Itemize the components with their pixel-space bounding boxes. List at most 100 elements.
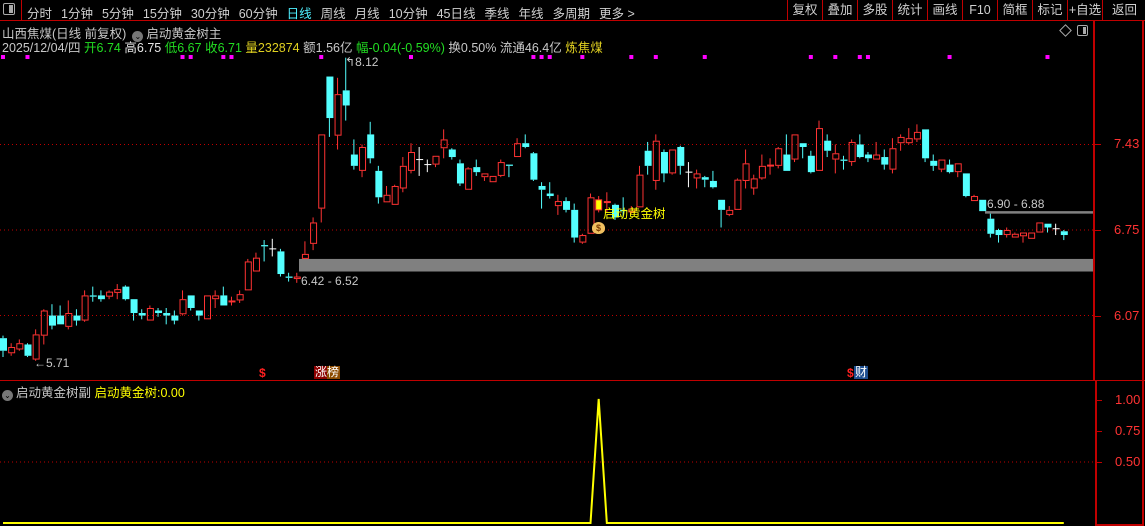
toolbar-button[interactable]: 画线 [927, 0, 962, 20]
candle-body [293, 276, 301, 280]
event-dot [1, 55, 5, 59]
period-tab[interactable]: 季线 [485, 3, 510, 22]
candle [726, 206, 734, 217]
candle-body [987, 218, 995, 234]
candle [922, 129, 930, 163]
period-tab[interactable]: 分时 [27, 3, 52, 22]
candle [897, 134, 905, 151]
candle [424, 159, 432, 173]
candlestick-chart[interactable] [0, 21, 1093, 380]
candle [497, 159, 505, 178]
candle-body [220, 295, 228, 306]
event-dot [580, 55, 585, 59]
period-tab[interactable]: 1分钟 [61, 3, 93, 22]
finance-marker[interactable]: 财 [854, 366, 869, 379]
period-tab[interactable]: 年线 [519, 3, 544, 22]
event-dot [221, 55, 226, 59]
candle [652, 134, 660, 190]
event-dot [319, 55, 324, 59]
dollar-marker[interactable]: $ [259, 367, 266, 380]
period-tab[interactable]: 月线 [355, 3, 380, 22]
toolbar-button[interactable]: +自选 [1067, 0, 1102, 20]
event-dot [1045, 55, 1050, 59]
candle [146, 305, 154, 321]
candle [824, 134, 832, 158]
rank-marker[interactable]: 涨榜 [314, 366, 341, 379]
window-edge [1142, 21, 1144, 526]
candle [179, 290, 187, 316]
candle-body [530, 153, 538, 180]
candle [913, 124, 921, 142]
period-tab[interactable]: 10分钟 [389, 3, 428, 22]
candle [767, 158, 775, 175]
candle-body [114, 289, 122, 293]
period-tab[interactable]: 60分钟 [239, 3, 278, 22]
candle-body [913, 131, 921, 140]
candle [554, 194, 562, 215]
candle [481, 173, 489, 181]
price-axis-border [1093, 21, 1095, 381]
toolbar-button[interactable]: 复权 [787, 0, 822, 20]
high-flag-value: 8.12 [355, 55, 379, 69]
candle [269, 238, 277, 257]
low-flag: ←5.71 [34, 356, 70, 370]
candle-body [1060, 231, 1068, 236]
candle [595, 196, 603, 213]
candle-body [979, 199, 987, 212]
candle-body [252, 257, 260, 272]
event-dot [833, 55, 838, 59]
candle [832, 144, 840, 174]
candle-body [775, 148, 783, 166]
candle-body [726, 209, 734, 215]
candle-body [742, 163, 750, 181]
period-tab[interactable]: 30分钟 [191, 3, 230, 22]
indicator-tick-mark [1097, 400, 1102, 401]
toolbar-button[interactable]: 多股 [857, 0, 892, 20]
candle [791, 134, 799, 163]
candle [514, 138, 522, 158]
toolbar-button[interactable]: 标记 [1032, 0, 1067, 20]
indicator-chart[interactable] [0, 381, 1093, 526]
candle [138, 309, 146, 320]
candle-body [824, 140, 832, 151]
candle-body [554, 201, 562, 207]
candle-body [848, 141, 856, 163]
event-dot [947, 55, 952, 59]
toolbar-button[interactable]: 返回 [1102, 0, 1145, 20]
candle [856, 134, 864, 159]
candle [293, 272, 301, 283]
candle-body [816, 128, 823, 171]
candle-body [8, 346, 16, 354]
candle [416, 146, 424, 176]
candle [204, 295, 211, 320]
candle [1020, 232, 1027, 243]
period-tab[interactable]: 5分钟 [102, 3, 134, 22]
period-tab[interactable]: 15分钟 [143, 3, 182, 22]
candle [538, 182, 546, 209]
toolbar-button[interactable]: 叠加 [822, 0, 857, 20]
period-tab[interactable]: 45日线 [437, 3, 476, 22]
candle [81, 290, 89, 322]
period-tab[interactable]: 周线 [321, 3, 346, 22]
candle [954, 163, 962, 178]
period-tab[interactable]: 日线 [287, 3, 312, 22]
candle-body [897, 136, 905, 144]
dollar-marker[interactable]: $ [847, 367, 854, 380]
period-tab[interactable]: 多周期 [553, 3, 591, 22]
money-bag-icon[interactable]: $ [592, 222, 605, 234]
candle-body [301, 253, 309, 259]
toolbar-button[interactable]: F10 [962, 0, 997, 20]
candle [644, 141, 652, 175]
candle-body [179, 299, 187, 315]
candle [987, 213, 995, 238]
panel-toggle-icon[interactable] [3, 3, 15, 15]
candle [212, 290, 220, 308]
candle-body [318, 134, 326, 209]
event-dot [180, 55, 185, 59]
candle-body [375, 170, 383, 198]
toolbar-button[interactable]: 简框 [997, 0, 1032, 20]
period-tab[interactable]: 更多 > [599, 3, 635, 22]
candle-body [767, 164, 775, 167]
candle-body [905, 138, 913, 144]
toolbar-button[interactable]: 统计 [892, 0, 927, 20]
